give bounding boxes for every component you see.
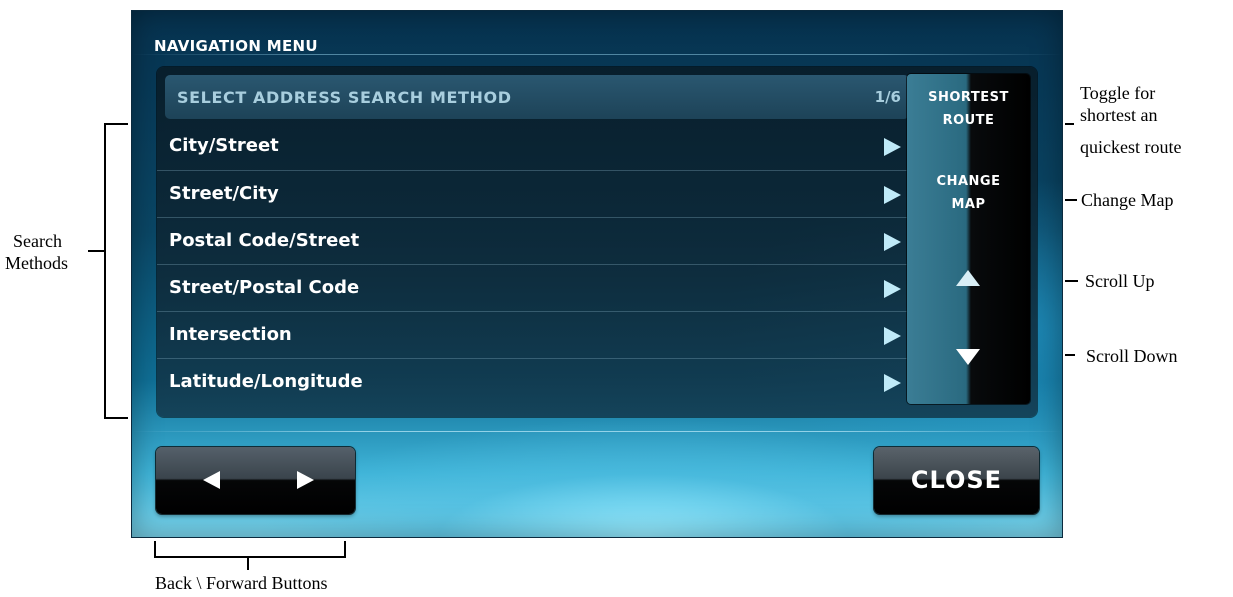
- back-forward-label: Back \ Forward Buttons: [155, 573, 328, 593]
- list-item-label: Street/Postal Code: [169, 277, 360, 298]
- forward-arrow-icon[interactable]: [297, 471, 314, 489]
- search-method-panel: SELECT ADDRESS SEARCH METHOD 1/6 City/St…: [157, 67, 1037, 417]
- close-button[interactable]: CLOSE: [874, 447, 1039, 514]
- list-header-label: SELECT ADDRESS SEARCH METHOD: [177, 88, 512, 107]
- scroll-up-icon[interactable]: [956, 270, 980, 286]
- search-methods-leader: [88, 250, 104, 252]
- scroll-up-label: Scroll Up: [1085, 271, 1155, 291]
- search-methods-label-line2: Methods: [5, 253, 68, 273]
- change-map-line1: CHANGE: [936, 174, 1001, 189]
- list-item-postal-code-street[interactable]: Postal Code/Street: [157, 217, 909, 264]
- list-item-label: Latitude/Longitude: [169, 371, 363, 392]
- play-arrow-icon: [884, 374, 901, 392]
- toggle-route-label-line2: shortest an: [1080, 105, 1158, 125]
- play-arrow-icon: [884, 280, 901, 298]
- list-item-latitude-longitude[interactable]: Latitude/Longitude: [157, 358, 909, 405]
- scroll-up-leader: [1065, 280, 1078, 282]
- scroll-down-icon[interactable]: [956, 349, 980, 365]
- search-method-list: City/Street Street/City Postal Code/Stre…: [157, 123, 909, 405]
- shortest-route-toggle[interactable]: SHORTEST ROUTE: [907, 86, 1030, 132]
- play-arrow-icon: [884, 186, 901, 204]
- change-map-line2: MAP: [951, 197, 986, 212]
- list-item-label: Intersection: [169, 324, 292, 345]
- change-map-button[interactable]: CHANGE MAP: [907, 170, 1030, 216]
- list-item-label: Postal Code/Street: [169, 230, 360, 251]
- back-arrow-icon[interactable]: [203, 471, 220, 489]
- list-item-city-street[interactable]: City/Street: [157, 123, 909, 170]
- toggle-route-label-line1: Toggle for: [1080, 83, 1156, 103]
- scroll-down-leader: [1065, 354, 1075, 356]
- side-control-column: SHORTEST ROUTE CHANGE MAP: [907, 74, 1030, 404]
- back-forward-button[interactable]: [156, 447, 355, 514]
- play-arrow-icon: [884, 138, 901, 156]
- list-item-street-postal-code[interactable]: Street/Postal Code: [157, 264, 909, 311]
- list-item-label: City/Street: [169, 135, 279, 156]
- toggle-route-label-line3: quickest route: [1080, 137, 1182, 157]
- bracket-left-tick: [154, 541, 156, 558]
- search-methods-bracket: [104, 123, 106, 419]
- change-map-leader: [1065, 199, 1077, 201]
- bottom-divider: [132, 431, 1062, 432]
- route-toggle-line2: ROUTE: [942, 113, 995, 128]
- bracket-top-tick: [104, 123, 128, 125]
- list-item-street-city[interactable]: Street/City: [157, 170, 909, 217]
- play-arrow-icon: [884, 233, 901, 251]
- scroll-down-label: Scroll Down: [1086, 346, 1178, 366]
- toggle-route-leader: [1065, 123, 1074, 125]
- bracket-bottom-tick: [104, 417, 128, 419]
- title-divider: [132, 54, 1062, 55]
- back-forward-bracket: [154, 556, 346, 558]
- navigation-screen: NAVIGATION MENU SELECT ADDRESS SEARCH ME…: [131, 10, 1063, 538]
- list-item-label: Street/City: [169, 183, 279, 204]
- change-map-label: Change Map: [1081, 190, 1174, 210]
- back-forward-leader: [247, 556, 249, 570]
- route-toggle-line1: SHORTEST: [928, 90, 1009, 105]
- search-methods-label-line1: Search: [13, 231, 62, 251]
- page-title: NAVIGATION MENU: [154, 37, 318, 55]
- list-header: SELECT ADDRESS SEARCH METHOD 1/6: [165, 75, 909, 119]
- play-arrow-icon: [884, 327, 901, 345]
- page-indicator: 1/6: [874, 88, 901, 106]
- bracket-right-tick: [344, 541, 346, 558]
- list-item-intersection[interactable]: Intersection: [157, 311, 909, 358]
